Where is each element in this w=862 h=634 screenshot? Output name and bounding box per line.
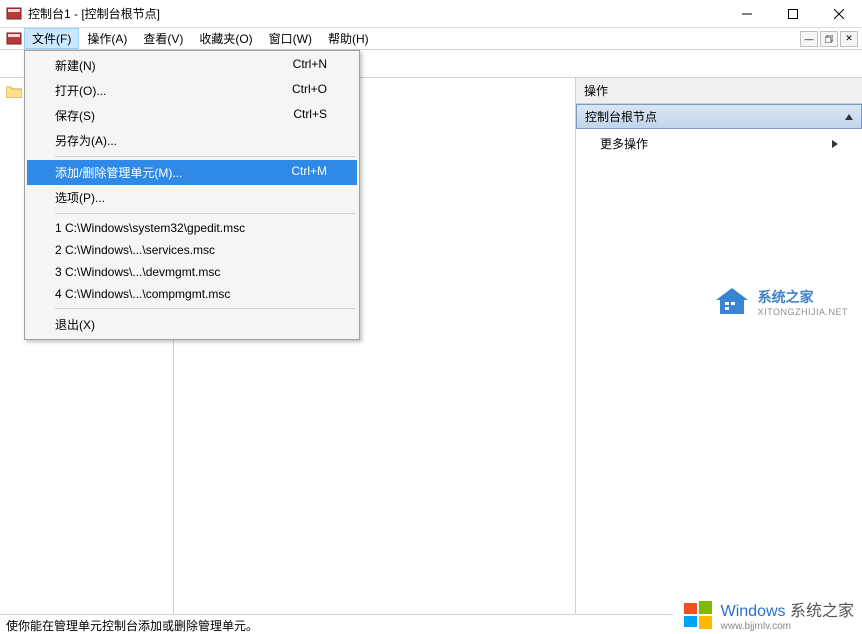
watermark-title: 系统之家 bbox=[758, 287, 848, 307]
actions-header: 操作 bbox=[576, 78, 862, 104]
actions-more-label: 更多操作 bbox=[600, 135, 648, 152]
collapse-icon bbox=[845, 114, 853, 120]
menu-label: 4 C:\Windows\...\compmgmt.msc bbox=[55, 287, 230, 301]
menu-item-recent-4[interactable]: 4 C:\Windows\...\compmgmt.msc bbox=[27, 283, 357, 305]
menu-label: 退出(X) bbox=[55, 316, 95, 333]
menu-label: 另存为(A)... bbox=[55, 132, 117, 149]
menu-label: 打开(O)... bbox=[55, 82, 106, 99]
actions-pane: 操作 控制台根节点 更多操作 bbox=[576, 78, 862, 614]
menu-label: 新建(N) bbox=[55, 57, 96, 74]
titlebar: 控制台1 - [控制台根节点] bbox=[0, 0, 862, 28]
menu-item-saveas[interactable]: 另存为(A)... bbox=[27, 128, 357, 153]
window-title: 控制台1 - [控制台根节点] bbox=[28, 5, 724, 22]
menu-item-recent-2[interactable]: 2 C:\Windows\...\services.msc bbox=[27, 239, 357, 261]
status-text: 使你能在管理单元控制台添加或删除管理单元。 bbox=[6, 619, 258, 633]
mdi-restore-button[interactable] bbox=[820, 31, 838, 47]
menu-label: 选项(P)... bbox=[55, 189, 105, 206]
menu-item-exit[interactable]: 退出(X) bbox=[27, 312, 357, 337]
menu-label: 2 C:\Windows\...\services.msc bbox=[55, 243, 215, 257]
file-menu-dropdown: 新建(N) Ctrl+N 打开(O)... Ctrl+O 保存(S) Ctrl+… bbox=[24, 50, 360, 340]
watermark-xitongzhijia: 系统之家 XITONGZHIJIA.NET bbox=[714, 286, 848, 318]
actions-more[interactable]: 更多操作 bbox=[576, 129, 862, 158]
menu-window[interactable]: 窗口(W) bbox=[261, 28, 320, 49]
menu-separator bbox=[55, 213, 355, 214]
menu-shortcut: Ctrl+S bbox=[293, 107, 327, 124]
windows-logo-icon bbox=[681, 598, 715, 632]
close-button[interactable] bbox=[816, 0, 862, 28]
watermark2-brand: Windows bbox=[721, 603, 786, 620]
menu-label: 1 C:\Windows\system32\gpedit.msc bbox=[55, 221, 245, 235]
actions-section-label: 控制台根节点 bbox=[585, 108, 657, 125]
menu-label: 3 C:\Windows\...\devmgmt.msc bbox=[55, 265, 220, 279]
menu-item-recent-1[interactable]: 1 C:\Windows\system32\gpedit.msc bbox=[27, 217, 357, 239]
menu-item-recent-3[interactable]: 3 C:\Windows\...\devmgmt.msc bbox=[27, 261, 357, 283]
mdi-controls: — ✕ bbox=[800, 31, 862, 47]
menu-item-new[interactable]: 新建(N) Ctrl+N bbox=[27, 53, 357, 78]
mdi-close-button[interactable]: ✕ bbox=[840, 31, 858, 47]
maximize-button[interactable] bbox=[770, 0, 816, 28]
menu-item-options[interactable]: 选项(P)... bbox=[27, 185, 357, 210]
house-icon bbox=[714, 286, 750, 318]
menu-item-save[interactable]: 保存(S) Ctrl+S bbox=[27, 103, 357, 128]
menu-label: 保存(S) bbox=[55, 107, 95, 124]
watermark-bjjmlv: Windows 系统之家 www.bjjmlv.com bbox=[673, 597, 862, 634]
menu-favorites[interactable]: 收藏夹(O) bbox=[191, 28, 260, 49]
menu-shortcut: Ctrl+M bbox=[291, 164, 327, 181]
minimize-button[interactable] bbox=[724, 0, 770, 28]
menu-item-open[interactable]: 打开(O)... Ctrl+O bbox=[27, 78, 357, 103]
menu-file[interactable]: 文件(F) bbox=[24, 28, 79, 49]
chevron-right-icon bbox=[832, 140, 838, 148]
menu-action[interactable]: 操作(A) bbox=[79, 28, 135, 49]
menu-separator bbox=[55, 156, 355, 157]
menu-label: 添加/删除管理单元(M)... bbox=[55, 164, 182, 181]
menu-help[interactable]: 帮助(H) bbox=[320, 28, 377, 49]
folder-icon bbox=[6, 85, 22, 98]
watermark2-suffix: 系统之家 bbox=[790, 603, 854, 620]
menubar: 文件(F) 操作(A) 查看(V) 收藏夹(O) 窗口(W) 帮助(H) — ✕ bbox=[0, 28, 862, 50]
menu-item-add-remove-snapin[interactable]: 添加/删除管理单元(M)... Ctrl+M bbox=[27, 160, 357, 185]
watermark2-sub: www.bjjmlv.com bbox=[721, 621, 854, 632]
menu-separator bbox=[55, 308, 355, 309]
mmc-small-icon bbox=[6, 31, 22, 47]
watermark2-text: Windows 系统之家 bbox=[721, 597, 854, 621]
mdi-minimize-button[interactable]: — bbox=[800, 31, 818, 47]
actions-section[interactable]: 控制台根节点 bbox=[576, 104, 862, 129]
menu-shortcut: Ctrl+N bbox=[293, 57, 327, 74]
menu-shortcut: Ctrl+O bbox=[292, 82, 327, 99]
mmc-icon bbox=[6, 6, 22, 22]
watermark-sub: XITONGZHIJIA.NET bbox=[758, 307, 848, 317]
window-controls bbox=[724, 0, 862, 28]
menu-view[interactable]: 查看(V) bbox=[135, 28, 191, 49]
